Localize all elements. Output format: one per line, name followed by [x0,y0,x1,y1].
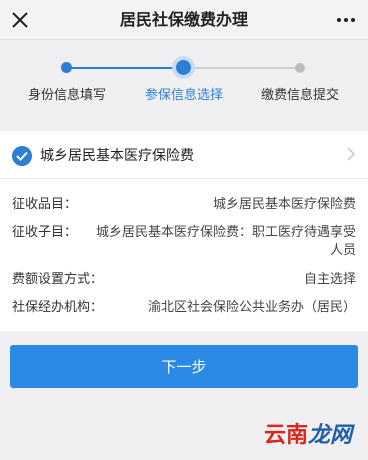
more-icon-dot [337,18,341,22]
amount-setting-value: 自主选择 [303,272,356,287]
more-options-button[interactable] [332,6,360,34]
watermark-part1: 云南 [263,422,308,448]
step-line-pending [184,67,300,69]
insurance-option-row[interactable]: 城乡居民基本医疗保险费 [0,131,368,179]
collection-subitem-value-line2: 人员 [329,243,356,258]
collection-item-value: 城乡居民基本医疗保险费 [212,197,356,212]
agency-label: 社保经办机构： [12,300,104,315]
chevron-right-icon [347,147,356,161]
step-label-identity: 身份信息填写 [27,88,107,103]
more-icon-dot [344,18,348,22]
insurance-option-label: 城乡居民基本医疗保险费 [40,148,194,164]
watermark-logo: 云南龙网 [264,417,352,449]
step-dot-pending [295,63,305,73]
watermark-part2: 龙网 [307,422,352,448]
agency-row: 社保经办机构： 渝北区社会保险公共业务办（居民） [0,296,368,316]
amount-setting-label: 费额设置方式： [12,272,104,287]
more-icon-dot [351,18,355,22]
checkbox-checked[interactable] [12,146,32,166]
collection-subitem-row: 征收子目： 城乡居民基本医疗保险费：职工医疗待遇享受 人员 [0,221,368,261]
insurance-card: 城乡居民基本医疗保险费 征收品目： 城乡居民基本医疗保险费 征收子目： 城乡居民… [0,131,368,331]
check-icon [16,151,28,161]
step-label-payment: 缴费信息提交 [260,88,340,103]
step-line-done [66,67,184,69]
step-progress: 身份信息填写 参保信息选择 缴费信息提交 [0,41,368,121]
collection-item-row: 征收品目： 城乡居民基本医疗保险费 [0,193,368,213]
page-title: 居民社保缴费办理 [119,10,248,29]
amount-setting-row: 费额设置方式： 自主选择 [0,268,368,288]
step-dot-done [61,62,72,73]
collection-item-label: 征收品目： [12,197,78,212]
step-label-insurance: 参保信息选择 [144,88,224,103]
collection-subitem-label: 征收子目： [12,225,78,240]
collection-subitem-value-line1: 城乡居民基本医疗保险费：职工医疗待遇享受 [95,225,356,240]
step-dot-current [176,60,191,75]
agency-value: 渝北区社会保险公共业务办（居民） [147,300,356,315]
header-bar: 居民社保缴费办理 [0,0,368,40]
next-step-button[interactable]: 下一步 [10,345,358,388]
